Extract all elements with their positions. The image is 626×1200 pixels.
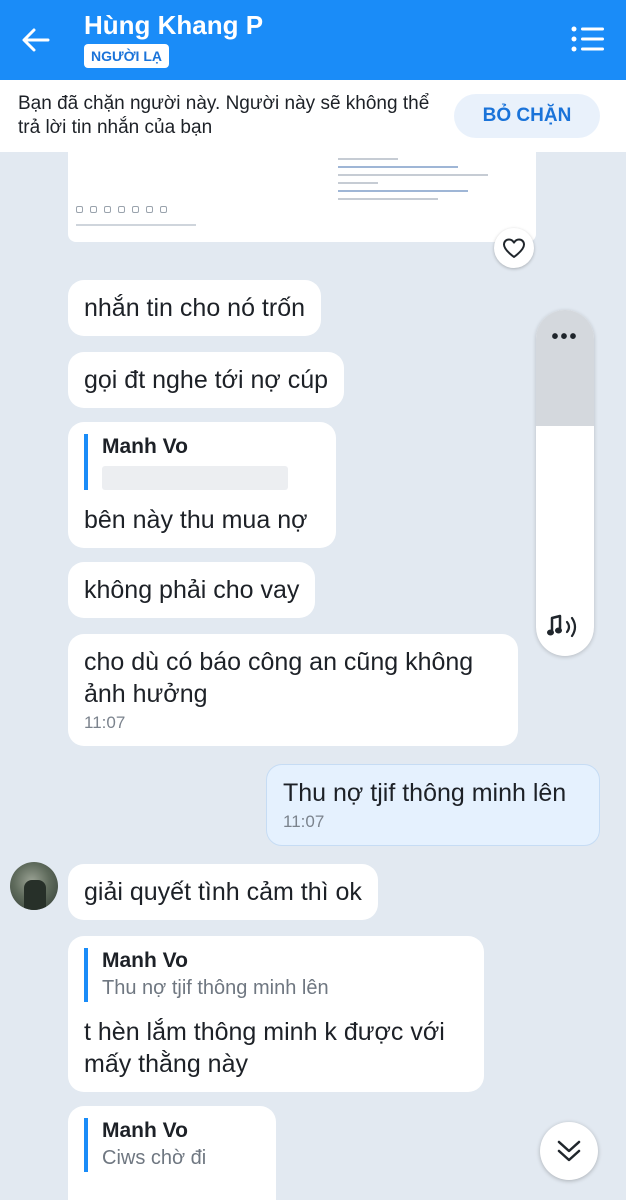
message-text-line: mấy thằng này: [84, 1050, 248, 1078]
message-bubble[interactable]: gọi đt nghe tới nợ cúp: [68, 352, 345, 408]
reply-message-bubble[interactable]: Manh Vo Thu nợ tjif thông minh lên t hèn…: [68, 936, 484, 1092]
list-menu-icon: [571, 26, 604, 52]
message-text-line: cho dù có báo công an cũng không: [84, 648, 474, 676]
message-list[interactable]: nhắn tin cho nó trốn gọi đt nghe tới nợ …: [0, 152, 626, 1200]
double-chevron-down-icon: [557, 1140, 581, 1162]
quoted-text: Thu nợ tjif thông minh lên: [102, 977, 329, 999]
message-time: 11:07: [283, 812, 325, 831]
react-heart-button[interactable]: [494, 228, 534, 268]
more-options-area[interactable]: •••: [536, 310, 594, 426]
quoted-text: Ciws chờ đi: [102, 1147, 207, 1169]
reply-message-bubble[interactable]: Manh Vo bên này thu mua nợ: [68, 422, 336, 548]
blocked-notice: Bạn đã chặn người này. Người này sẽ khôn…: [18, 93, 430, 138]
chat-header: Hùng Khang P NGƯỜI LẠ: [0, 0, 626, 80]
message-text: giải quyết tình cảm thì ok: [84, 878, 362, 906]
message-text: gọi đt nghe tới nợ cúp: [84, 366, 329, 394]
blocked-banner: Bạn đã chặn người này. Người này sẽ khôn…: [0, 80, 626, 152]
message-bubble[interactable]: nhắn tin cho nó trốn: [68, 280, 321, 336]
scroll-to-bottom-button[interactable]: [540, 1122, 598, 1180]
message-text: không phải cho vay: [84, 576, 300, 604]
quoted-message[interactable]: Manh Vo Thu nợ tjif thông minh lên: [84, 948, 468, 1002]
message-text: Thu nợ tjif thông minh lên: [283, 779, 567, 807]
speaker-icon[interactable]: [546, 612, 584, 642]
image-message[interactable]: [68, 152, 536, 242]
message-bubble[interactable]: giải quyết tình cảm thì ok: [68, 864, 378, 920]
quoted-sender: Manh Vo: [102, 949, 188, 972]
message-text: nhắn tin cho nó trốn: [84, 294, 305, 322]
stranger-badge: NGƯỜI LẠ: [84, 44, 169, 68]
reply-message-bubble[interactable]: Manh Vo Ciws chờ đi: [68, 1106, 276, 1200]
contact-name[interactable]: Hùng Khang P: [84, 10, 263, 41]
message-text-line: t hèn lắm thông minh k được với: [84, 1018, 445, 1046]
my-message-bubble[interactable]: Thu nợ tjif thông minh lên 11:07: [266, 764, 600, 846]
contact-avatar[interactable]: [10, 862, 58, 910]
message-text-line: ảnh hưởng: [84, 680, 208, 708]
quoted-message[interactable]: Manh Vo Ciws chờ đi: [84, 1118, 260, 1172]
quoted-sender: Manh Vo: [102, 1119, 188, 1142]
menu-button[interactable]: [570, 24, 606, 54]
message-bubble[interactable]: không phải cho vay: [68, 562, 316, 618]
message-bubble[interactable]: cho dù có báo công an cũng không ảnh hưở…: [68, 634, 518, 746]
more-dots-icon: •••: [551, 326, 579, 348]
message-time: 11:07: [84, 713, 126, 732]
quoted-sender: Manh Vo: [102, 435, 188, 458]
scroll-widget[interactable]: •••: [536, 310, 594, 656]
back-button[interactable]: [18, 22, 54, 58]
message-text: bên này thu mua nợ: [84, 506, 308, 534]
quoted-image-placeholder: [102, 466, 288, 490]
quoted-message[interactable]: Manh Vo: [84, 434, 320, 490]
heart-icon: [503, 238, 525, 258]
arrow-left-icon: [22, 28, 50, 52]
unblock-button[interactable]: BỎ CHẶN: [454, 94, 600, 138]
